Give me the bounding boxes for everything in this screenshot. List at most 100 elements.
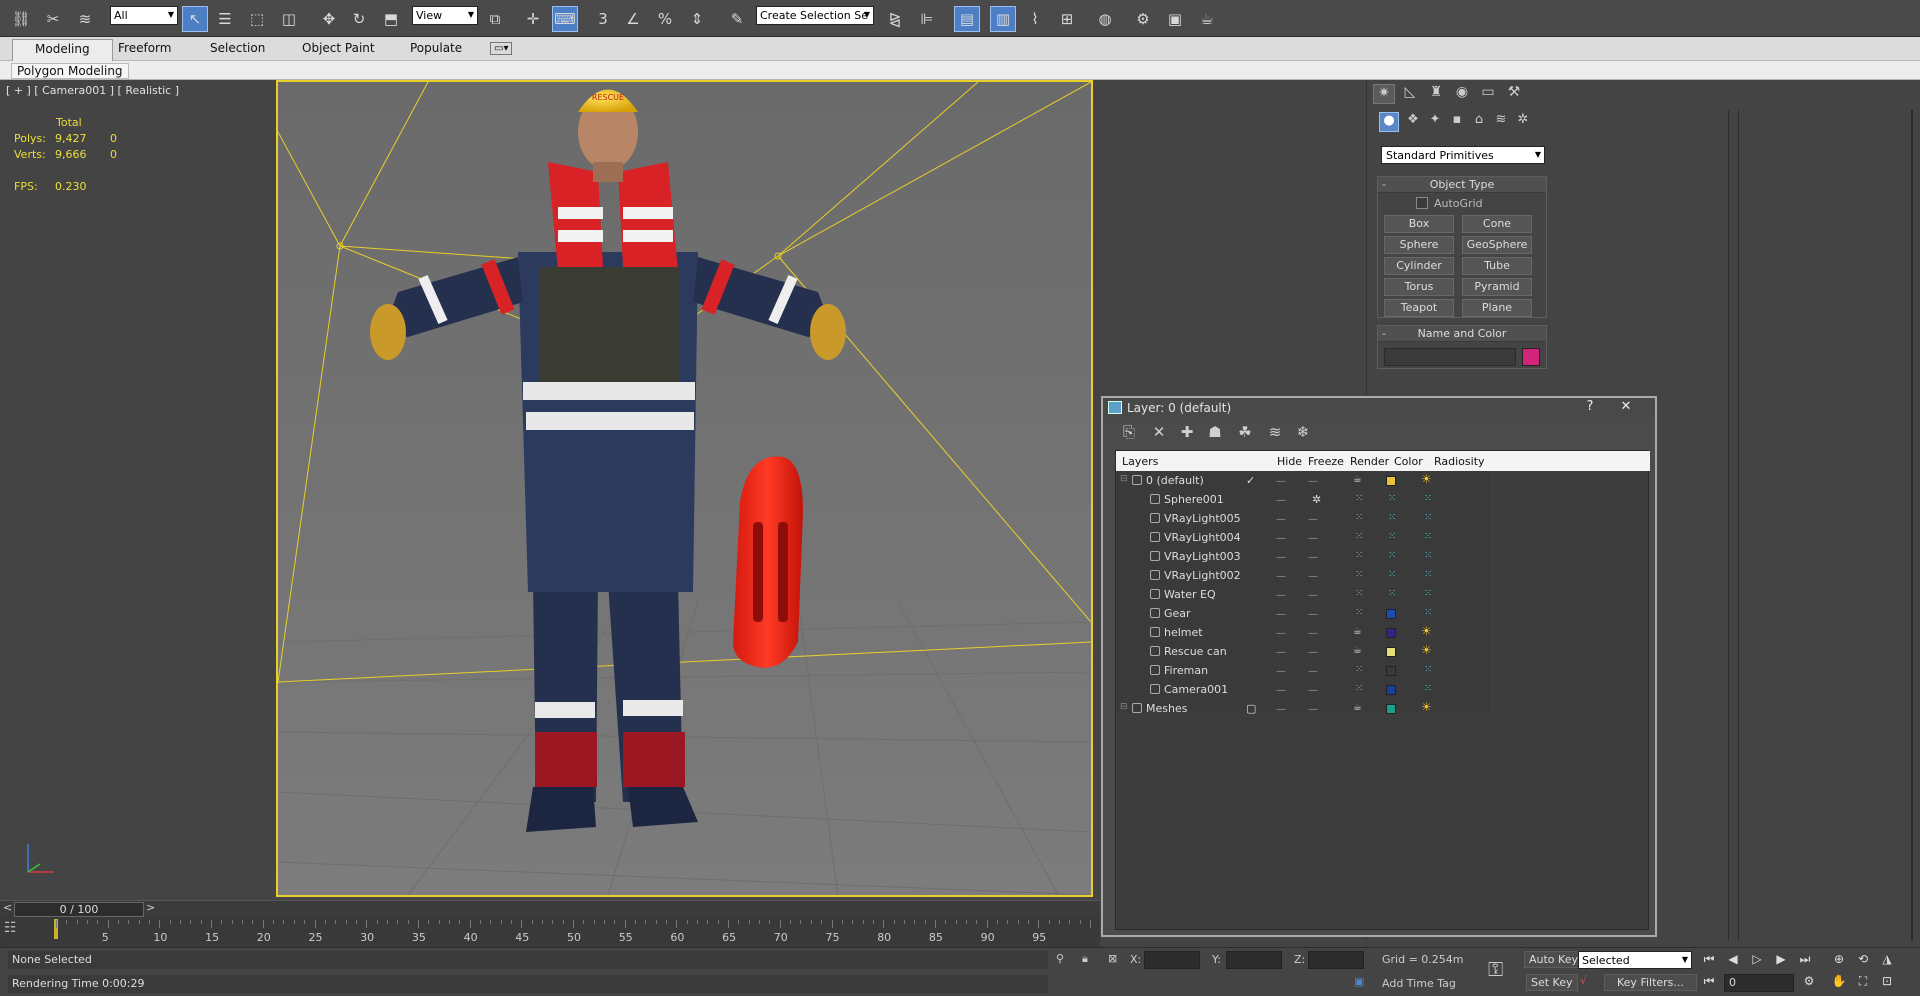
unlink-icon[interactable]: ✂ <box>40 6 66 32</box>
color-swatch[interactable] <box>1386 704 1396 714</box>
radiosity-toggle[interactable]: ⁙ <box>1424 512 1432 523</box>
helpers-icon[interactable]: ⌂ <box>1469 112 1489 132</box>
tube-button[interactable]: Tube <box>1462 257 1532 275</box>
cone-button[interactable]: Cone <box>1462 215 1532 233</box>
display-tab-icon[interactable]: ▭ <box>1477 84 1499 104</box>
render-toggle[interactable]: ⁙ <box>1355 683 1363 694</box>
x-coord-input[interactable] <box>1144 951 1200 969</box>
render-teapot-icon[interactable]: ☕ <box>1353 474 1362 485</box>
lights-icon[interactable]: ✦ <box>1425 112 1445 132</box>
highlight-selected-layer-icon[interactable]: ☘ <box>1235 422 1255 442</box>
cameras-icon[interactable]: ▪ <box>1447 112 1467 132</box>
tab-selection[interactable]: Selection <box>210 41 265 55</box>
col-hide[interactable]: Hide <box>1277 455 1302 468</box>
layer-name[interactable]: Gear <box>1164 607 1191 620</box>
key-mode-dropdown[interactable]: Selected <box>1578 951 1692 969</box>
render-toggle[interactable]: ⁙ <box>1355 664 1363 675</box>
schematic-view-icon[interactable]: ⊞ <box>1054 6 1080 32</box>
current-layer-marker[interactable]: ✓ <box>1246 474 1255 487</box>
y-coord-input[interactable] <box>1226 951 1282 969</box>
time-config-icon[interactable]: ⚙ <box>1800 974 1818 992</box>
layer-row[interactable]: VRayLight004 — — ⁙ ⁙ ⁙ <box>1116 528 1490 547</box>
move-icon[interactable]: ✥ <box>316 6 342 32</box>
layer-row[interactable]: helmet — — ☕ ☀ <box>1116 623 1490 642</box>
freeze-toggle[interactable]: — <box>1308 609 1318 620</box>
radiosity-toggle[interactable]: ⁙ <box>1424 493 1432 504</box>
freeze-toggle[interactable]: — <box>1308 628 1318 639</box>
selection-filter-dropdown[interactable]: All <box>110 6 178 25</box>
color-swatch[interactable] <box>1386 609 1396 619</box>
layer-row[interactable]: Sphere001 — ✲ ⁙ ⁙ ⁙ <box>1116 490 1490 509</box>
radiosity-toggle[interactable]: ⁙ <box>1424 588 1432 599</box>
freeze-toggle[interactable]: — <box>1308 552 1318 563</box>
absolute-mode-icon[interactable]: ⊠ <box>1108 952 1117 965</box>
color-swatch[interactable] <box>1386 628 1396 638</box>
create-tab-icon[interactable]: ✷ <box>1373 84 1395 104</box>
edit-named-selection-icon[interactable]: ✎ <box>724 6 750 32</box>
render-toggle[interactable]: ⁙ <box>1355 569 1363 580</box>
layer-name[interactable]: Meshes <box>1146 702 1187 715</box>
radiosity-toggle[interactable]: ⁙ <box>1424 550 1432 561</box>
mini-curve-editor-icon[interactable]: ☷ <box>4 920 34 944</box>
col-color[interactable]: Color <box>1394 455 1423 468</box>
freeze-toggle[interactable]: ✲ <box>1312 493 1321 506</box>
help-button[interactable]: ? <box>1575 398 1605 416</box>
go-to-end-icon[interactable]: ⏭ <box>1796 952 1814 970</box>
col-radiosity[interactable]: Radiosity <box>1434 455 1485 468</box>
window-crossing-icon[interactable]: ◫ <box>276 6 302 32</box>
pan-icon[interactable]: ✋ <box>1830 974 1848 992</box>
align-icon[interactable]: ⊫ <box>914 6 940 32</box>
hide-toggle[interactable]: — <box>1276 552 1286 563</box>
layer-window-titlebar[interactable]: Layer: 0 (default) ? ✕ <box>1103 398 1655 418</box>
right-scrollbar[interactable] <box>1911 110 1913 940</box>
geosphere-button[interactable]: GeoSphere <box>1462 236 1532 254</box>
polygon-modeling-tab[interactable]: Polygon Modeling <box>11 63 129 79</box>
render-toggle[interactable]: ⁙ <box>1355 607 1363 618</box>
radiosity-toggle[interactable]: ⁙ <box>1424 531 1432 542</box>
utilities-tab-icon[interactable]: ⚒ <box>1503 84 1525 104</box>
render-teapot-icon[interactable]: ☕ <box>1353 626 1362 637</box>
layer-row[interactable]: VRayLight003 — — ⁙ ⁙ ⁙ <box>1116 547 1490 566</box>
col-freeze[interactable]: Freeze <box>1308 455 1344 468</box>
render-toggle[interactable]: ⁙ <box>1355 550 1363 561</box>
expand-toggle-icon[interactable]: ⊟ <box>1120 474 1128 484</box>
field-of-view-icon[interactable]: ◮ <box>1878 952 1896 970</box>
autogrid-checkbox[interactable] <box>1416 197 1428 209</box>
expand-toggle-icon[interactable]: ⊟ <box>1120 702 1128 712</box>
object-name-input[interactable] <box>1384 348 1516 366</box>
hide-toggle[interactable]: — <box>1276 533 1286 544</box>
trackbar[interactable]: ☷ 5 10 15 20 25 30 35 40 45 50 55 60 65 70 75 80 85 90 95 <box>0 917 1100 947</box>
z-coord-input[interactable] <box>1308 951 1364 969</box>
maximize-viewport-icon[interactable]: ⊡ <box>1878 974 1896 992</box>
render-toggle[interactable]: ⁙ <box>1355 531 1363 542</box>
layer-row[interactable]: Rescue can — — ☕ ☀ <box>1116 642 1490 661</box>
angle-snap-icon[interactable]: ∠ <box>620 6 646 32</box>
set-key-mode-icon[interactable]: ⚿ <box>1488 957 1503 981</box>
freeze-toggle[interactable]: — <box>1308 571 1318 582</box>
layer-name[interactable]: VRayLight003 <box>1164 550 1241 563</box>
modify-tab-icon[interactable]: ◺ <box>1399 84 1421 104</box>
object-color-swatch[interactable] <box>1522 348 1540 366</box>
freeze-toggle[interactable]: — <box>1308 685 1318 696</box>
layer-name[interactable]: VRayLight005 <box>1164 512 1241 525</box>
motion-tab-icon[interactable]: ◉ <box>1451 84 1473 104</box>
layer-name[interactable]: Camera001 <box>1164 683 1228 696</box>
hide-toggle[interactable]: — <box>1276 476 1286 487</box>
render-toggle[interactable]: ⁙ <box>1355 493 1363 504</box>
delete-layer-icon[interactable]: ✕ <box>1149 422 1169 442</box>
hide-toggle[interactable]: — <box>1276 685 1286 696</box>
hide-toggle[interactable]: — <box>1276 609 1286 620</box>
hide-unhide-all-icon[interactable]: ≋ <box>1265 422 1285 442</box>
layer-row[interactable]: Gear — — ⁙ ⁙ <box>1116 604 1490 623</box>
render-production-icon[interactable]: ☕ <box>1194 6 1220 32</box>
col-layers[interactable]: Layers <box>1122 455 1158 468</box>
hide-toggle[interactable]: — <box>1276 666 1286 677</box>
shapes-icon[interactable]: ❖ <box>1403 112 1423 132</box>
layer-row[interactable]: ⊟ Meshes ▢ — — ☕ ☀ <box>1116 699 1490 718</box>
sphere-button[interactable]: Sphere <box>1384 236 1454 254</box>
previous-frame-icon[interactable]: ◀ <box>1724 952 1742 970</box>
hide-toggle[interactable]: — <box>1276 704 1286 715</box>
color-swatch[interactable] <box>1386 685 1396 695</box>
orbit-icon[interactable]: ⟲ <box>1854 952 1872 970</box>
pyramid-button[interactable]: Pyramid <box>1462 278 1532 296</box>
